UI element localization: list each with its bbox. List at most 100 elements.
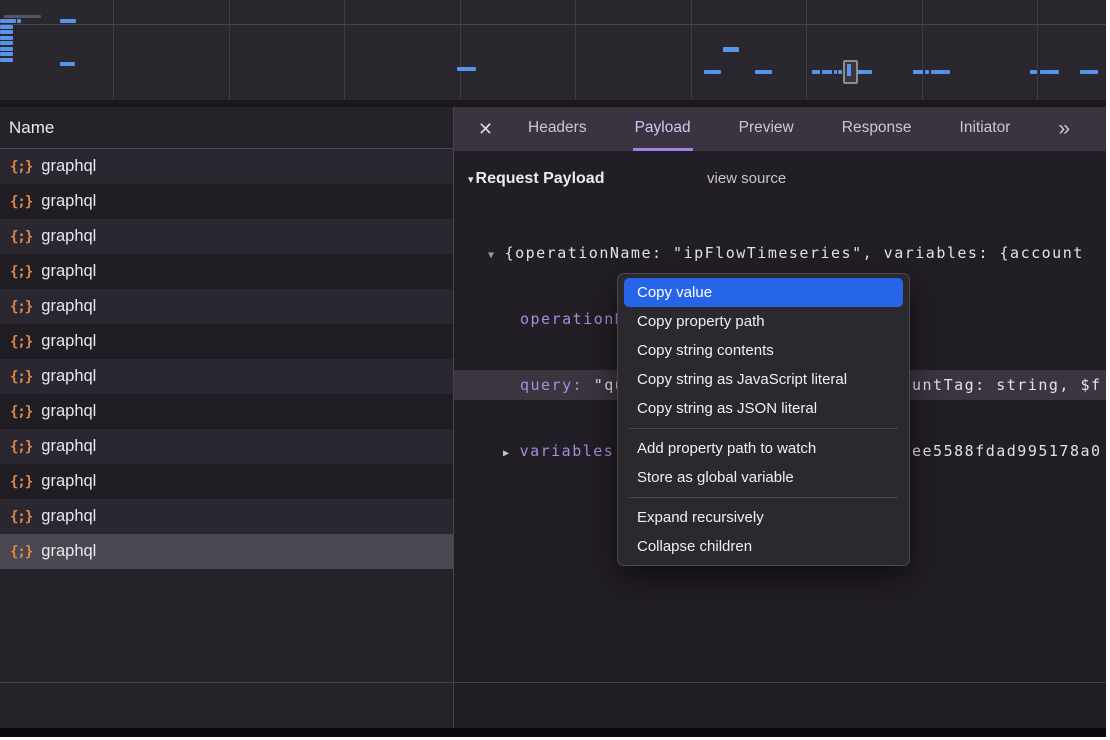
request-timing-bar bbox=[0, 52, 13, 56]
timeline-gridline bbox=[575, 0, 576, 100]
tab-preview[interactable]: Preview bbox=[737, 107, 796, 151]
request-timing-bar bbox=[931, 70, 950, 74]
timeline-gridline bbox=[113, 0, 114, 100]
request-timing-bar bbox=[17, 19, 21, 23]
request-name-label: graphql bbox=[41, 437, 96, 456]
property-key: query: bbox=[520, 376, 583, 394]
network-overview-timeline[interactable] bbox=[0, 0, 1106, 102]
json-braces-icon: {;} bbox=[10, 439, 32, 455]
object-preview-text: {operationName: "ipFlowTimeseries", vari… bbox=[505, 244, 1084, 262]
request-name-label: graphql bbox=[41, 227, 96, 246]
request-timing-bar bbox=[812, 70, 820, 74]
tab-initiator[interactable]: Initiator bbox=[958, 107, 1013, 151]
close-icon[interactable]: ✕ bbox=[478, 119, 500, 140]
request-timing-bar bbox=[0, 25, 13, 29]
json-braces-icon: {;} bbox=[10, 474, 32, 490]
timeline-gridline bbox=[344, 0, 345, 100]
timeline-gridline bbox=[1037, 0, 1038, 100]
tab-headers[interactable]: Headers bbox=[526, 107, 589, 151]
menu-separator bbox=[629, 497, 898, 498]
selected-request-marker-bar bbox=[847, 64, 851, 76]
request-row[interactable]: {;} graphql bbox=[0, 219, 453, 254]
json-braces-icon: {;} bbox=[10, 229, 32, 245]
request-row[interactable]: {;} graphql bbox=[0, 254, 453, 289]
menu-item[interactable]: Add property path to watch bbox=[624, 434, 903, 463]
request-name-label: graphql bbox=[41, 367, 96, 386]
expand-caret-icon[interactable]: ▶ bbox=[503, 448, 509, 459]
request-timing-bar bbox=[1030, 70, 1037, 74]
menu-item[interactable]: Copy string as JSON literal bbox=[624, 394, 903, 423]
request-timing-bar bbox=[822, 70, 832, 74]
request-timing-bar bbox=[856, 70, 872, 74]
menu-item[interactable]: Collapse children bbox=[624, 532, 903, 561]
view-source-link[interactable]: view source bbox=[707, 164, 786, 194]
request-timing-bar bbox=[834, 70, 837, 74]
menu-item[interactable]: Expand recursively bbox=[624, 503, 903, 532]
tree-row-summary[interactable]: ▼ {operationName: "ipFlowTimeseries", va… bbox=[454, 238, 1106, 268]
menu-item[interactable]: Copy value bbox=[624, 278, 903, 307]
request-name-label: graphql bbox=[41, 157, 96, 176]
menu-item[interactable]: Copy property path bbox=[624, 307, 903, 336]
request-row[interactable]: {;}graphql bbox=[0, 289, 453, 324]
request-row[interactable]: {;}graphql bbox=[0, 324, 453, 359]
menu-item[interactable]: Copy string as JavaScript literal bbox=[624, 365, 903, 394]
request-row[interactable]: {;} graphql bbox=[0, 464, 453, 499]
request-timing-bar bbox=[1040, 70, 1059, 74]
more-tabs-chevron-icon[interactable]: » bbox=[1058, 117, 1070, 141]
section-title: Request Payload bbox=[476, 170, 605, 187]
json-braces-icon: {;} bbox=[10, 369, 32, 385]
property-value-fragment: ee5588fdad995178a0 bbox=[912, 436, 1102, 466]
request-timing-bar bbox=[1080, 70, 1098, 74]
request-timing-bar bbox=[60, 19, 76, 23]
request-timing-bar bbox=[0, 41, 13, 45]
request-name-label: graphql bbox=[41, 402, 96, 421]
timeline-gray-bar bbox=[4, 15, 41, 18]
json-braces-icon: {;} bbox=[10, 404, 32, 420]
timeline-gridline bbox=[460, 0, 461, 100]
json-braces-icon: {;} bbox=[10, 509, 32, 525]
menu-item[interactable]: Copy string contents bbox=[624, 336, 903, 365]
json-braces-icon: {;} bbox=[10, 264, 32, 280]
request-timing-bar bbox=[704, 70, 721, 74]
request-list: {;} graphql {;} graphql {;} graphql {;} graphql… bbox=[0, 149, 453, 569]
request-timing-bar bbox=[913, 70, 923, 74]
section-expand-caret-icon[interactable]: ▾ bbox=[468, 174, 474, 186]
tab-response[interactable]: Response bbox=[840, 107, 914, 151]
window-bottom-bar bbox=[0, 728, 1106, 737]
request-name-label: graphql bbox=[41, 192, 96, 211]
request-timing-bar bbox=[457, 67, 476, 71]
request-row[interactable]: {;} graphql bbox=[0, 394, 453, 429]
property-value-fragment: untTag: string, $f bbox=[912, 370, 1102, 400]
collapse-caret-icon[interactable]: ▼ bbox=[488, 250, 494, 261]
request-timing-bar bbox=[0, 19, 16, 23]
details-tab-bar: ✕ Headers Payload Preview Response Initi… bbox=[454, 107, 1106, 151]
property-key: variables bbox=[520, 442, 615, 460]
context-menu: Copy valueCopy property pathCopy string … bbox=[617, 273, 910, 566]
selected-request-marker bbox=[843, 60, 858, 84]
timeline-gridline bbox=[806, 0, 807, 100]
request-row[interactable]: {;} graphql bbox=[0, 499, 453, 534]
request-payload-section: ▾Request Payload view source bbox=[454, 164, 1106, 194]
request-name-label: graphql bbox=[41, 507, 96, 526]
request-name-label: graphql bbox=[41, 472, 96, 491]
menu-item[interactable]: Store as global variable bbox=[624, 463, 903, 492]
request-row[interactable]: {;} graphql bbox=[0, 359, 453, 394]
json-braces-icon: {;} bbox=[10, 334, 32, 350]
summary-divider bbox=[0, 682, 1106, 683]
json-braces-icon: {;} bbox=[10, 159, 32, 175]
request-row[interactable]: {;} graphql bbox=[0, 429, 453, 464]
tab-payload[interactable]: Payload bbox=[633, 107, 693, 151]
timeline-gridline bbox=[229, 0, 230, 100]
devtools-window: Name {;}graphql{;}graphql{;}graphql{;}gr… bbox=[0, 0, 1110, 740]
timeline-gridline bbox=[922, 0, 923, 100]
request-row[interactable]: {;} graphql bbox=[0, 149, 453, 184]
menu-separator bbox=[629, 428, 898, 429]
request-row[interactable]: {;}graphql bbox=[0, 184, 453, 219]
name-column-header[interactable]: Name bbox=[0, 107, 453, 149]
request-timing-bar bbox=[60, 62, 75, 66]
request-name-label: graphql bbox=[41, 262, 96, 281]
request-timing-bar bbox=[0, 58, 13, 62]
request-timing-bar bbox=[925, 70, 929, 74]
request-row-selected[interactable]: {;}graphql bbox=[0, 534, 453, 569]
request-name-label: graphql bbox=[41, 542, 96, 561]
